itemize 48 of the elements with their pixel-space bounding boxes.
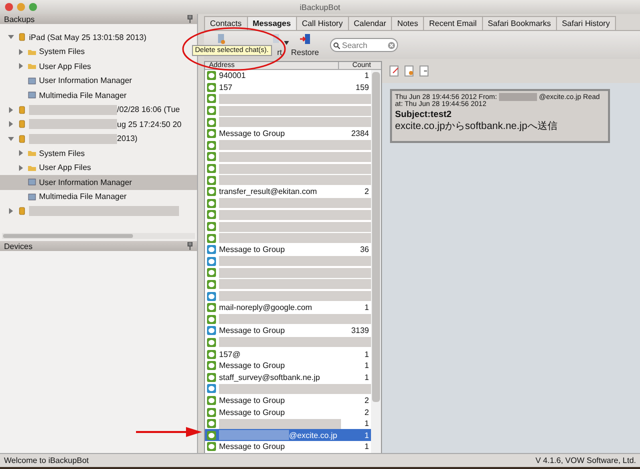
count-text: 3139 [350,326,370,336]
tree-label: User App Files [39,62,92,71]
count-text: 1 [364,303,370,312]
count-text: 2 [364,408,370,417]
pane-title: Backups [4,14,35,24]
tree-label: Multimedia File Manager [39,90,127,100]
address-text: Message to Group [219,245,286,254]
tree-label: iPad (Sat May 25 13:01:58 2013) [29,32,146,42]
address-text: Message to Group [219,129,286,138]
count-text: 1 [364,442,370,452]
address-text: staff_survey@softbank.ne.jp [219,372,321,382]
address-text: transfer_result@ekitan.com [219,187,318,196]
count-text: 2384 [350,129,370,138]
count-text: 159 [354,82,370,92]
count-text: 1 [364,430,370,440]
tree-label: /02/28 16:06 (Tue [117,105,180,114]
address-text: 157 [219,82,234,92]
count-text: 1 [364,372,370,382]
address-text: 157@ [219,350,242,359]
address-text: Message to Group [219,408,286,417]
version-text: V 4.1.6, VOW Software, Ltd. [536,456,636,465]
address-text: Message to Group [219,326,286,336]
address-text: @excite.co.jp [289,430,338,440]
message-text: excite.co.jpからsoftbank.ne.jpへ送信 [395,120,558,133]
count-text: 1 [364,361,370,370]
tree-label: User Information Manager [39,178,132,187]
subject-text: Subject:test2 [395,109,453,119]
tree-label: ug 25 17:24:50 20 [117,120,182,129]
pane-title: Devices [4,242,32,250]
address-text: Message to Group [219,361,286,370]
count-text: 1 [364,71,370,80]
tree-label: User App Files [39,163,92,172]
tree-label: User Information Manager [39,76,132,86]
address-text: 940001 [219,71,247,80]
address-text: Message to Group [219,442,286,452]
address-text: mail-noreply@google.com [219,303,314,312]
count-text: 2 [364,187,370,196]
count-text: 2 [364,396,370,405]
window-title: iBackupBot [298,2,342,12]
address-text: Message to Group [219,396,286,405]
count-text: 1 [364,419,370,428]
status-text: Welcome to iBackupBot [4,456,89,465]
tree-label: Multimedia File Manager [39,192,127,202]
tree-label: System Files [39,47,85,56]
tree-label: System Files [39,148,85,158]
tree-label: 2013) [117,134,138,144]
count-text: 1 [364,350,370,359]
count-text: 36 [359,245,370,254]
